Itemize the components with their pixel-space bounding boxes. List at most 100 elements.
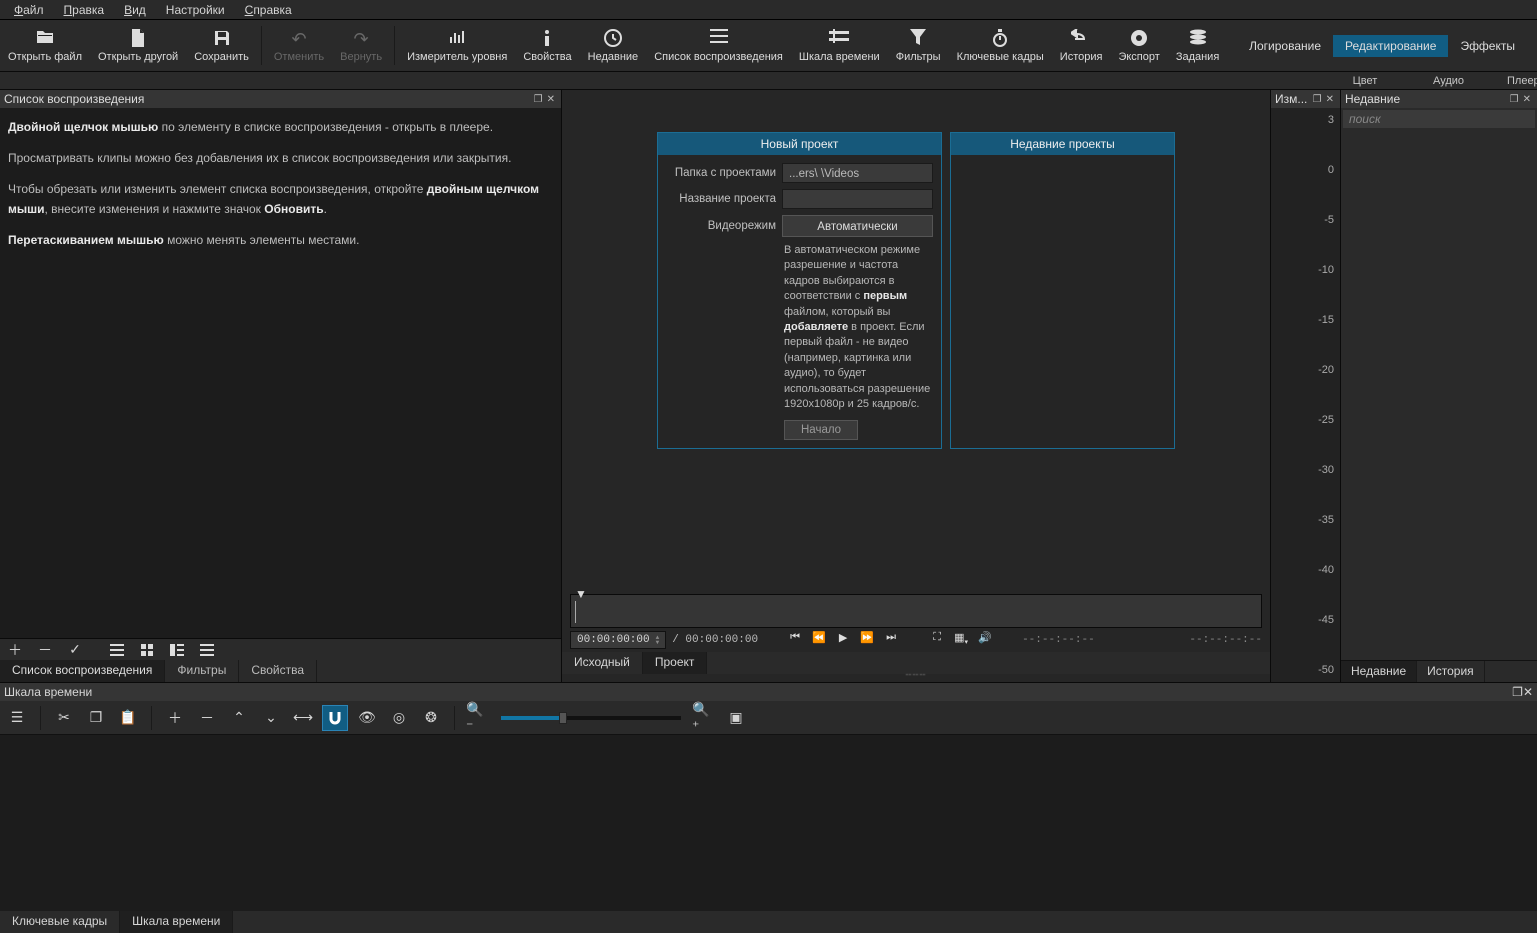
- save-button[interactable]: Сохранить: [186, 20, 257, 71]
- tab-properties[interactable]: Свойства: [239, 660, 317, 682]
- mode-editing[interactable]: Редактирование: [1333, 35, 1448, 57]
- timeline-body[interactable]: [0, 735, 1537, 911]
- close-icon[interactable]: ✕: [1523, 94, 1531, 105]
- copy-icon[interactable]: ❐: [83, 705, 109, 731]
- prev-frame-icon[interactable]: ⏪: [810, 631, 828, 649]
- new-project-title: Новый проект: [658, 133, 941, 155]
- close-icon[interactable]: ✕: [547, 94, 555, 105]
- keyframes-button[interactable]: Ключевые кадры: [949, 20, 1052, 71]
- volume-icon[interactable]: 🔊: [976, 631, 994, 649]
- ripple-all-icon[interactable]: ❂: [418, 705, 444, 731]
- tab-recent[interactable]: Недавние: [1341, 661, 1417, 682]
- mode-select[interactable]: Автоматически: [782, 215, 933, 237]
- level-meter-button[interactable]: Измеритель уровня: [399, 20, 515, 71]
- mode-effects[interactable]: Эффекты: [1448, 35, 1527, 57]
- zoom-fit-icon[interactable]: ▣: [723, 705, 749, 731]
- main-toolbar: Открыть файл Открыть другой Сохранить ↶ …: [0, 20, 1537, 72]
- ripple-icon[interactable]: ◎: [386, 705, 412, 731]
- mode-note: В автоматическом режиме разрешение и час…: [784, 243, 933, 412]
- meter-panel: Изм... ❐ ✕ 3 0 -5 -10 -15 -20 -25 -30 -3…: [1271, 90, 1341, 682]
- timeline-head: Шкала времени ❐ ✕: [0, 683, 1537, 701]
- lift-icon[interactable]: ⌃: [226, 705, 252, 731]
- list-view-button[interactable]: [102, 639, 132, 661]
- zoom-out-icon[interactable]: 🔍⁻: [465, 705, 491, 731]
- tab-history[interactable]: История: [1417, 661, 1485, 682]
- menu-file[interactable]: ФФайлайл: [4, 2, 54, 18]
- zoom-fit-icon[interactable]: ⛶: [928, 631, 946, 649]
- open-other-button[interactable]: Открыть другой: [90, 20, 186, 71]
- history-button[interactable]: История: [1052, 20, 1111, 71]
- redo-button[interactable]: ↷ Вернуть: [332, 20, 390, 71]
- scrubber[interactable]: ▼: [570, 594, 1262, 628]
- bottom-tabs: Ключевые кадры Шкала времени: [0, 911, 1537, 933]
- remove-button[interactable]: －: [30, 639, 60, 661]
- properties-button[interactable]: Свойства: [515, 20, 579, 71]
- menu-settings[interactable]: Настройки: [156, 2, 235, 18]
- playlist-body: Двойной щелчок мышью по элементу в списк…: [0, 108, 561, 638]
- playlist-toolbar: ＋ － ✓: [0, 638, 561, 660]
- audio-label[interactable]: Аудио: [1411, 75, 1485, 87]
- recent-button[interactable]: Недавние: [580, 20, 647, 71]
- timeline-button[interactable]: Шкала времени: [791, 20, 888, 71]
- close-icon[interactable]: ✕: [1523, 685, 1533, 699]
- menu-edit[interactable]: Правка: [54, 2, 115, 18]
- tab-timeline[interactable]: Шкала времени: [120, 911, 233, 933]
- add-button[interactable]: ＋: [0, 639, 30, 661]
- start-button[interactable]: Начало: [784, 420, 858, 440]
- search-input[interactable]: поиск: [1343, 110, 1535, 128]
- filters-button[interactable]: Фильтры: [888, 20, 949, 71]
- color-label[interactable]: Цвет: [1319, 75, 1411, 87]
- mode-tabs: Логирование Редактирование Эффекты: [1237, 20, 1537, 71]
- stack-icon: [1189, 29, 1207, 49]
- menu-view[interactable]: Вид: [114, 2, 156, 18]
- folder-input[interactable]: ...ers\ \Videos: [782, 163, 933, 183]
- tab-keyframes[interactable]: Ключевые кадры: [0, 911, 120, 933]
- skip-end-icon[interactable]: ⏭: [882, 631, 900, 649]
- grid-icon[interactable]: ▦▾: [952, 631, 970, 649]
- bottom-dock: Шкала времени ❐ ✕ ☰ ✂ ❐ 📋 ＋ － ⌃ ⌄ ⟷ 👁 ◎ …: [0, 682, 1537, 933]
- detach-icon[interactable]: ❐: [1313, 94, 1322, 105]
- panel-drag[interactable]: ┉┉┉: [562, 674, 1270, 682]
- overwrite-icon[interactable]: ⌄: [258, 705, 284, 731]
- name-input[interactable]: [782, 189, 933, 209]
- play-icon[interactable]: ▶: [834, 631, 852, 649]
- detach-icon[interactable]: ❐: [1512, 685, 1523, 699]
- folder-label: Папка с проектами: [666, 167, 776, 179]
- split-icon[interactable]: ⟷: [290, 705, 316, 731]
- tab-playlist[interactable]: Список воспроизведения: [0, 660, 165, 682]
- playlist-button[interactable]: Список воспроизведения: [646, 20, 791, 71]
- menu-icon[interactable]: ☰: [4, 705, 30, 731]
- player-label[interactable]: Плеер: [1485, 75, 1537, 87]
- snap-icon[interactable]: [322, 705, 348, 731]
- next-frame-icon[interactable]: ⏩: [858, 631, 876, 649]
- scrub-icon[interactable]: 👁: [354, 705, 380, 731]
- undo-button[interactable]: ↶ Отменить: [266, 20, 332, 71]
- zoom-in-icon[interactable]: 🔍⁺: [691, 705, 717, 731]
- tab-filters[interactable]: Фильтры: [165, 660, 239, 682]
- stopwatch-icon: [991, 29, 1009, 49]
- out-time: --:--:--:--: [1189, 634, 1262, 646]
- paste-icon[interactable]: 📋: [115, 705, 141, 731]
- remove-icon[interactable]: －: [194, 705, 220, 731]
- append-icon[interactable]: ＋: [162, 705, 188, 731]
- zoom-slider[interactable]: [501, 716, 681, 720]
- menu-view-button[interactable]: [192, 639, 222, 661]
- mode-logging[interactable]: Логирование: [1237, 35, 1333, 57]
- menu-help[interactable]: Справка: [235, 2, 302, 18]
- export-button[interactable]: Экспорт: [1110, 20, 1167, 71]
- close-icon[interactable]: ✕: [1326, 94, 1334, 105]
- check-button[interactable]: ✓: [60, 639, 90, 661]
- tab-project[interactable]: Проект: [643, 652, 708, 674]
- redo-icon: ↷: [354, 29, 369, 49]
- detail-view-button[interactable]: [162, 639, 192, 661]
- timecode-input[interactable]: 00:00:00:00 ▲▼: [570, 631, 666, 649]
- tab-source[interactable]: Исходный: [562, 652, 643, 674]
- document-plus-icon: [130, 29, 146, 49]
- jobs-button[interactable]: Задания: [1168, 20, 1227, 71]
- open-file-button[interactable]: Открыть файл: [0, 20, 90, 71]
- skip-start-icon[interactable]: ⏮: [786, 631, 804, 649]
- grid-view-button[interactable]: [132, 639, 162, 661]
- detach-icon[interactable]: ❐: [534, 94, 543, 105]
- cut-icon[interactable]: ✂: [51, 705, 77, 731]
- detach-icon[interactable]: ❐: [1510, 94, 1519, 105]
